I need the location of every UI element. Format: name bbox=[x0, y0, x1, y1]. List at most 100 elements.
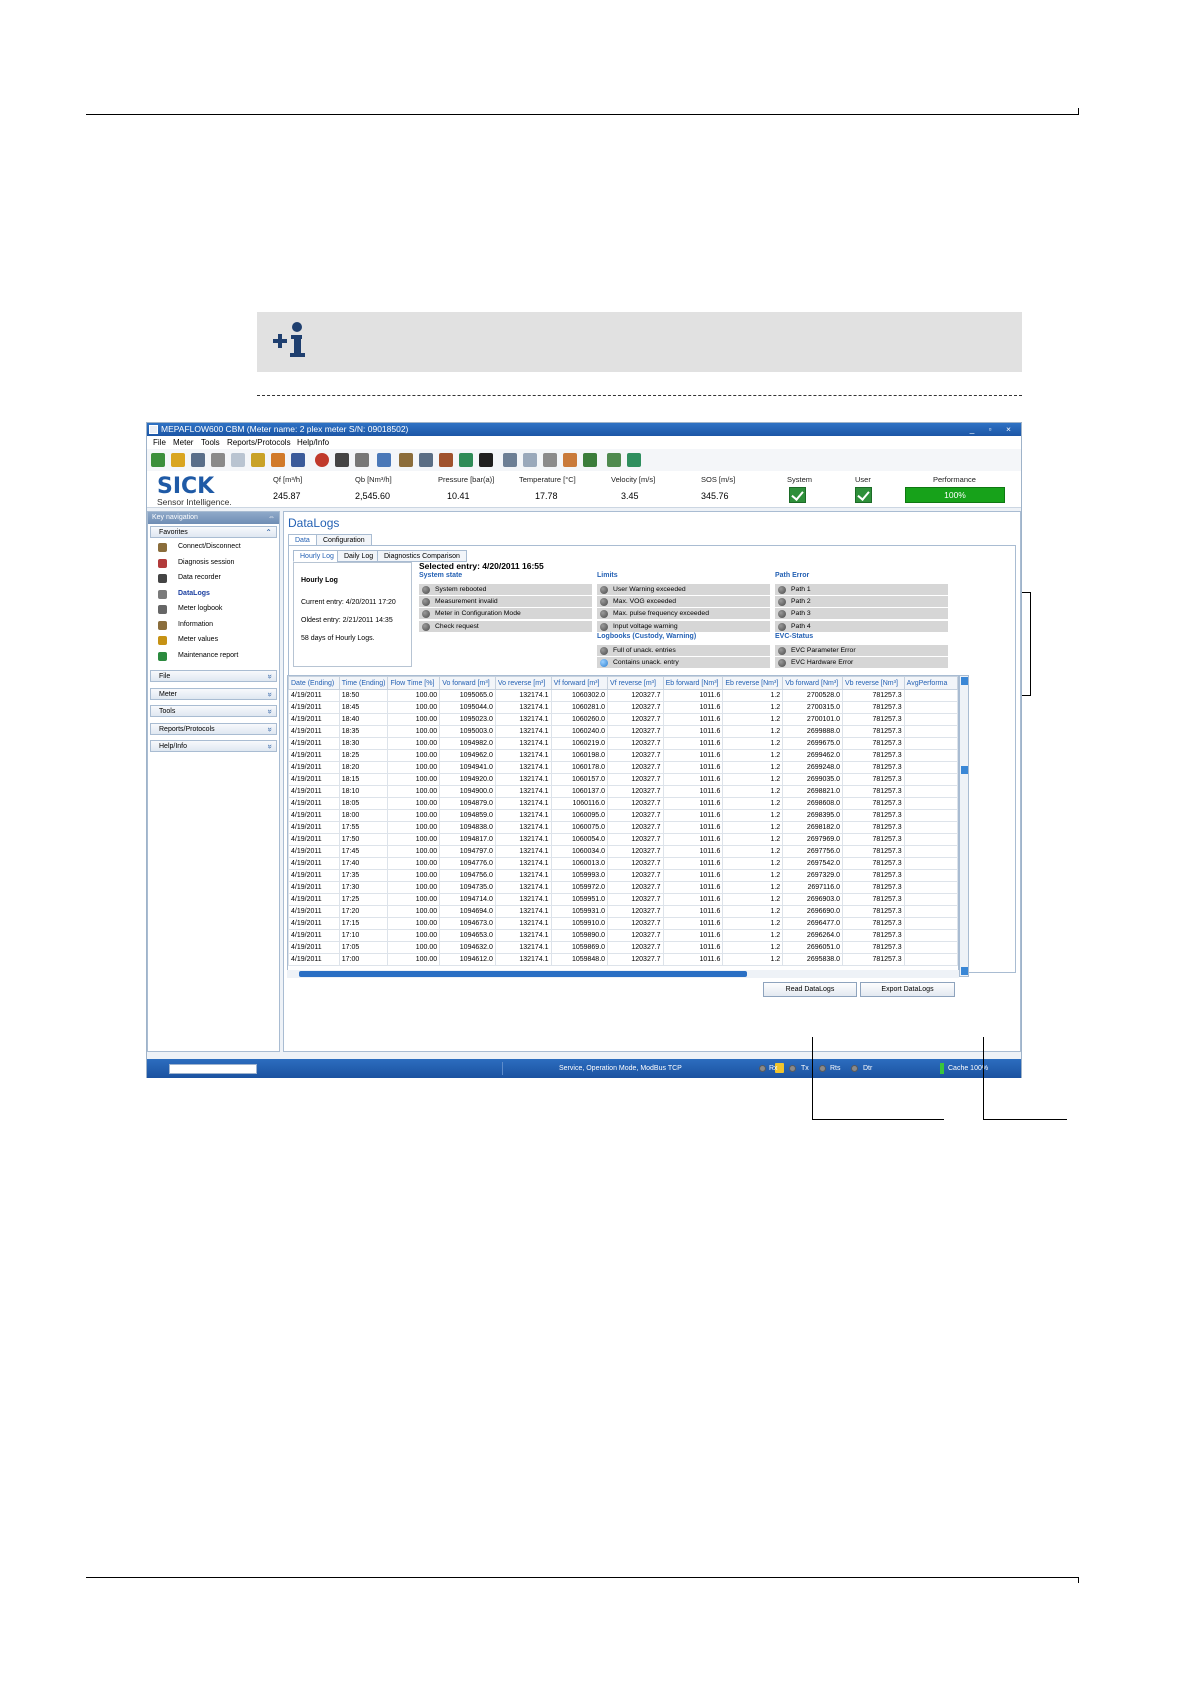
expand-icon: » bbox=[265, 691, 275, 697]
table-row[interactable]: 4/19/2011 18:05 100.00 1094879.0 132174.1 106… bbox=[288, 797, 958, 810]
table-row[interactable]: 4/19/2011 18:50 100.00 1095065.0 132174.1 106… bbox=[288, 689, 958, 702]
menu-meter[interactable]: Meter bbox=[173, 436, 193, 449]
progress-bar bbox=[169, 1064, 257, 1074]
table-cell: 1011.6 bbox=[662, 761, 724, 774]
table-cell: 18:25 bbox=[338, 749, 389, 762]
column-header[interactable]: Time (Ending) bbox=[338, 676, 389, 690]
scroll-up-icon[interactable] bbox=[961, 677, 968, 685]
toolbar-monitor-icon[interactable] bbox=[479, 453, 493, 467]
toolbar-stack-icon[interactable] bbox=[543, 453, 557, 467]
tab-hourly-log[interactable]: Hourly Log bbox=[293, 550, 341, 562]
column-header[interactable]: Eb forward [Nm³] bbox=[662, 676, 724, 690]
toolbar-document-icon[interactable] bbox=[419, 453, 433, 467]
table-cell: 1094756.0 bbox=[439, 869, 496, 882]
toolbar-tools-icon[interactable] bbox=[439, 453, 453, 467]
nav-group-header[interactable]: Help/Info » bbox=[150, 740, 277, 752]
rx-led-icon bbox=[759, 1065, 766, 1072]
table-row[interactable]: 4/19/2011 17:45 100.00 1094797.0 132174.1 106… bbox=[288, 845, 958, 858]
table-row[interactable]: 4/19/2011 18:10 100.00 1094900.0 132174.1 106… bbox=[288, 785, 958, 798]
favorites-group-header[interactable]: Favorites ⌃ bbox=[150, 526, 277, 538]
table-row[interactable]: 4/19/2011 17:20 100.00 1094694.0 132174.1 105… bbox=[288, 905, 958, 918]
table-row[interactable]: 4/19/2011 17:35 100.00 1094756.0 132174.1 105… bbox=[288, 869, 958, 882]
table-row[interactable]: 4/19/2011 17:15 100.00 1094673.0 132174.1 105… bbox=[288, 917, 958, 930]
table-row[interactable]: 4/19/2011 18:00 100.00 1094859.0 132174.1 106… bbox=[288, 809, 958, 822]
nav-group-header[interactable]: Reports/Protocols » bbox=[150, 722, 277, 735]
column-header[interactable]: Vo reverse [m³] bbox=[494, 676, 552, 690]
column-header[interactable]: Flow Time [%] bbox=[387, 676, 441, 690]
export-datalogs-button[interactable]: Export DataLogs bbox=[860, 982, 955, 997]
table-row[interactable]: 4/19/2011 18:25 100.00 1094962.0 132174.1 106… bbox=[288, 749, 958, 762]
table-cell: 1060137.0 bbox=[550, 785, 609, 798]
toolbar-presentation-icon[interactable] bbox=[607, 453, 621, 467]
toolbar-calculator-icon[interactable] bbox=[377, 453, 391, 467]
table-cell: 1011.6 bbox=[662, 857, 724, 870]
toolbar-users-icon[interactable] bbox=[271, 453, 285, 467]
toolbar-list-icon[interactable] bbox=[583, 453, 597, 467]
menu-help[interactable]: Help/Info bbox=[297, 436, 329, 449]
table-cell: 17:15 bbox=[338, 917, 389, 930]
toolbar-chart-icon[interactable] bbox=[459, 453, 473, 467]
pin-icon[interactable]: ⇔ bbox=[268, 512, 275, 524]
table-row[interactable]: 4/19/2011 17:40 100.00 1094776.0 132174.1 106… bbox=[288, 857, 958, 870]
table-row[interactable]: 4/19/2011 18:30 100.00 1094982.0 132174.1 106… bbox=[288, 737, 958, 750]
table-row[interactable]: 4/19/2011 17:55 100.00 1094838.0 132174.1 106… bbox=[288, 821, 958, 834]
temperature-label: Temperature [°C] bbox=[519, 475, 576, 484]
table-row[interactable]: 4/19/2011 17:05 100.00 1094632.0 132174.1 105… bbox=[288, 941, 958, 954]
column-header[interactable]: Eb reverse [Nm³] bbox=[722, 676, 784, 690]
status-divider bbox=[502, 1062, 503, 1075]
nav-group-header[interactable]: File » bbox=[150, 670, 277, 682]
scroll-down-icon[interactable] bbox=[961, 967, 968, 975]
vertical-scrollbar[interactable] bbox=[959, 675, 969, 977]
horizontal-scroll-thumb[interactable] bbox=[299, 971, 747, 977]
toolbar-settings-icon[interactable] bbox=[251, 453, 265, 467]
menu-file[interactable]: File bbox=[153, 436, 166, 449]
toolbar-link-icon[interactable] bbox=[231, 453, 245, 467]
cache-level-bar bbox=[940, 1063, 944, 1074]
column-header[interactable]: Vo forward [m³] bbox=[439, 676, 496, 690]
read-datalogs-button[interactable]: Read DataLogs bbox=[763, 982, 857, 997]
toolbar-datalogs-icon[interactable] bbox=[355, 453, 369, 467]
table-row[interactable]: 4/19/2011 17:50 100.00 1094817.0 132174.1 106… bbox=[288, 833, 958, 846]
toolbar-report-icon[interactable] bbox=[627, 453, 641, 467]
column-header[interactable]: Date (Ending) bbox=[288, 676, 340, 690]
nav-group-header[interactable]: Meter » bbox=[150, 687, 277, 700]
table-row[interactable]: 4/19/2011 18:35 100.00 1095003.0 132174.1 106… bbox=[288, 725, 958, 738]
table-row[interactable]: 4/19/2011 17:30 100.00 1094735.0 132174.1 105… bbox=[288, 881, 958, 894]
toolbar-recorder-icon[interactable] bbox=[335, 453, 349, 467]
toolbar-diagnosis-icon[interactable] bbox=[315, 453, 329, 467]
horizontal-scrollbar[interactable] bbox=[287, 970, 959, 978]
toolbar-connect-icon[interactable] bbox=[151, 453, 165, 467]
toolbar-gears-icon[interactable] bbox=[563, 453, 577, 467]
column-header[interactable]: Vb forward [Nm³] bbox=[782, 676, 844, 690]
table-row[interactable]: 4/19/2011 17:25 100.00 1094714.0 132174.1 105… bbox=[288, 893, 958, 906]
column-header[interactable]: Vf forward [m³] bbox=[550, 676, 609, 690]
toolbar-meter-icon[interactable] bbox=[191, 453, 205, 467]
column-header[interactable]: Vb reverse [Nm³] bbox=[842, 676, 905, 690]
toolbar-probe-icon[interactable] bbox=[503, 453, 517, 467]
menu-reports[interactable]: Reports/Protocols bbox=[227, 436, 291, 449]
table-cell: 1059951.0 bbox=[550, 893, 609, 906]
table-row[interactable]: 4/19/2011 17:00 100.00 1094612.0 132174.1 105… bbox=[288, 953, 958, 966]
table-row[interactable]: 4/19/2011 18:45 100.00 1095044.0 132174.1 106… bbox=[288, 701, 958, 714]
menu-tools[interactable]: Tools bbox=[201, 436, 220, 449]
column-header[interactable]: Vf reverse [m³] bbox=[607, 676, 664, 690]
datalog-table[interactable]: Date (Ending) Time (Ending) Flow Time [%] V… bbox=[287, 675, 959, 977]
toolbar-open-icon[interactable] bbox=[171, 453, 185, 467]
toolbar-balance-icon[interactable] bbox=[399, 453, 413, 467]
table-row[interactable]: 4/19/2011 17:10 100.00 1094653.0 132174.1 105… bbox=[288, 929, 958, 942]
favorites-title: Favorites bbox=[159, 529, 188, 536]
table-row[interactable]: 4/19/2011 18:40 100.00 1095023.0 132174.1 106… bbox=[288, 713, 958, 726]
window-controls[interactable]: _ ▫ × bbox=[970, 423, 1017, 436]
scroll-thumb[interactable] bbox=[961, 766, 968, 774]
status-led-icon bbox=[600, 622, 608, 631]
toolbar-disconnect-icon[interactable] bbox=[211, 453, 225, 467]
toolbar-wizard-icon[interactable] bbox=[291, 453, 305, 467]
tab-daily-log[interactable]: Daily Log bbox=[337, 550, 381, 562]
table-cell bbox=[903, 713, 958, 726]
table-row[interactable]: 4/19/2011 18:15 100.00 1094920.0 132174.1 106… bbox=[288, 773, 958, 786]
nav-group-header[interactable]: Tools » bbox=[150, 705, 277, 717]
toolbar-table-icon[interactable] bbox=[523, 453, 537, 467]
table-row[interactable]: 4/19/2011 18:20 100.00 1094941.0 132174.1 106… bbox=[288, 761, 958, 774]
table-cell: 1.2 bbox=[722, 701, 784, 714]
column-header[interactable]: AvgPerforma bbox=[903, 676, 958, 690]
